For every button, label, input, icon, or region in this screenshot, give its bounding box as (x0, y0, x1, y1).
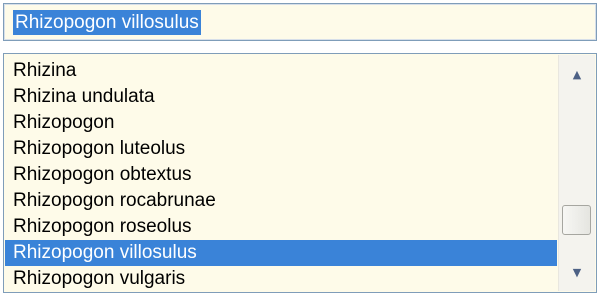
list-item[interactable]: Rhizopogon vulgaris (5, 266, 557, 292)
list-item[interactable]: Rhizina (5, 58, 557, 84)
list-item[interactable]: Rhizopogon luteolus (5, 136, 557, 162)
scroll-down-icon[interactable]: ▼ (559, 255, 595, 289)
scroll-up-icon[interactable]: ▲ (559, 57, 595, 91)
list-items: Rhizina Rhizina undulata Rhizopogon Rhizopo… (5, 58, 557, 292)
scroll-thumb[interactable] (562, 205, 591, 235)
combo-edit-field[interactable]: Rhizopogon villosulus (3, 3, 597, 41)
list-item[interactable]: Rhizopogon roseolus (5, 214, 557, 240)
combo-edit-text: Rhizopogon villosulus (13, 10, 201, 35)
list-item[interactable]: Rhizopogon obtextus (5, 162, 557, 188)
list-item[interactable]: Rhizina undulata (5, 84, 557, 110)
vertical-scrollbar[interactable]: ▲ ▼ (558, 55, 595, 291)
list-item-selected[interactable]: Rhizopogon villosulus (5, 240, 557, 266)
list-item[interactable]: Rhizopogon (5, 110, 557, 136)
species-combobox: Rhizopogon villosulus Rhizina Rhizina und… (0, 0, 604, 298)
species-listbox[interactable]: Rhizina Rhizina undulata Rhizopogon Rhizopo… (3, 53, 597, 293)
list-item[interactable]: Rhizopogon rocabrunae (5, 188, 557, 214)
